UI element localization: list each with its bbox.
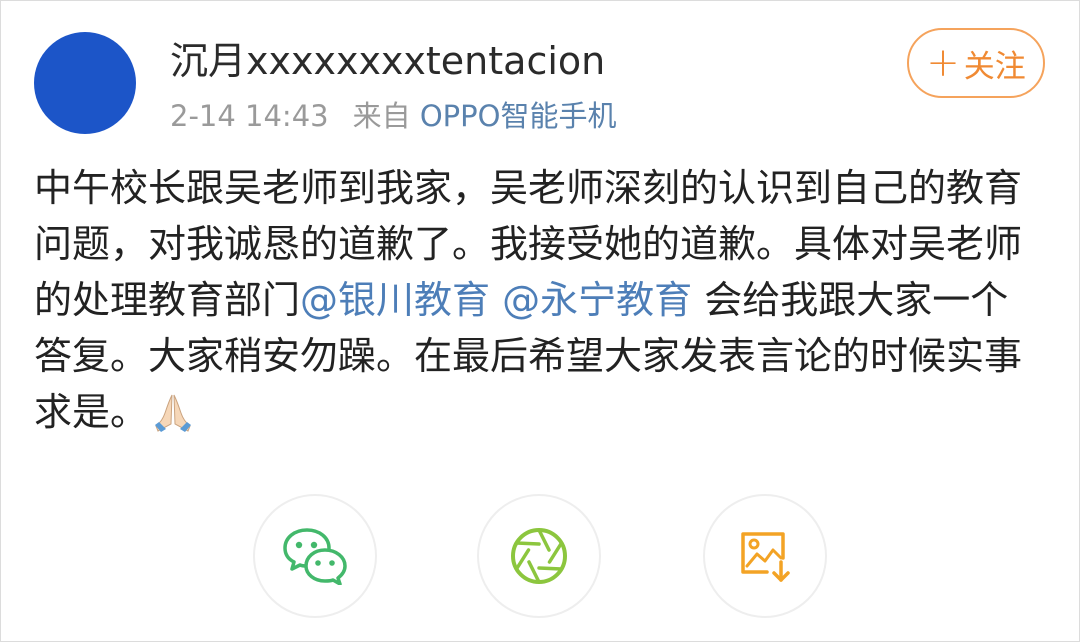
- post-time: 2-14 14:43: [170, 99, 329, 133]
- post-text-line: 的处理教育部门@银川教育 @永宁教育 会给我跟大家一个: [34, 278, 1008, 322]
- post-text-segment: 中午校长跟吴老师到我家，吴老师深刻的认识到自己的教育: [34, 166, 1023, 210]
- share-wechat-button[interactable]: [253, 494, 377, 618]
- post-text-segment: 求是。: [34, 390, 149, 434]
- save-image-icon: [741, 532, 790, 582]
- source-prefix: 来自: [352, 99, 411, 133]
- share-save-image-button[interactable]: [703, 494, 827, 618]
- post-text-line: 答复。大家稍安勿躁。在最后希望大家发表言论的时候实事: [34, 334, 1022, 378]
- wechat-icon: [283, 528, 347, 585]
- plus-icon: +: [926, 40, 960, 86]
- post-text: 中午校长跟吴老师到我家，吴老师深刻的认识到自己的教育 问题，对我诚恳的道歉了。我接…: [34, 160, 1054, 440]
- post-source[interactable]: OPPO智能手机: [420, 99, 617, 133]
- moments-icon: [511, 528, 567, 584]
- follow-button[interactable]: + 关注: [907, 28, 1045, 98]
- post-text-line: 中午校长跟吴老师到我家，吴老师深刻的认识到自己的教育: [34, 166, 1022, 210]
- post-text-line: 求是。: [34, 390, 194, 434]
- username[interactable]: 沉月xxxxxxxxtentacion: [170, 36, 605, 86]
- post-text-segment: 问题，对我诚恳的道歉了。我接受她的道歉。具体对吴老师: [34, 222, 1023, 266]
- share-moments-button[interactable]: [477, 494, 601, 618]
- mention-link[interactable]: @永宁教育: [502, 278, 692, 322]
- avatar[interactable]: [34, 32, 136, 134]
- follow-label: 关注: [963, 48, 1026, 85]
- post-text-segment: 会给我跟大家一个: [692, 278, 1009, 322]
- post-text-segment: 答复。大家稍安勿躁。在最后希望大家发表言论的时候实事: [34, 334, 1023, 378]
- post-text-segment: [490, 278, 502, 322]
- post-text-segment: 的处理教育部门: [34, 278, 301, 322]
- post-meta: 2-14 14:43 来自 OPPO智能手机: [170, 96, 616, 136]
- praying-hands-emoji: [155, 394, 192, 432]
- post-text-line: 问题，对我诚恳的道歉了。我接受她的道歉。具体对吴老师: [34, 222, 1022, 266]
- mention-link[interactable]: @银川教育: [300, 278, 490, 322]
